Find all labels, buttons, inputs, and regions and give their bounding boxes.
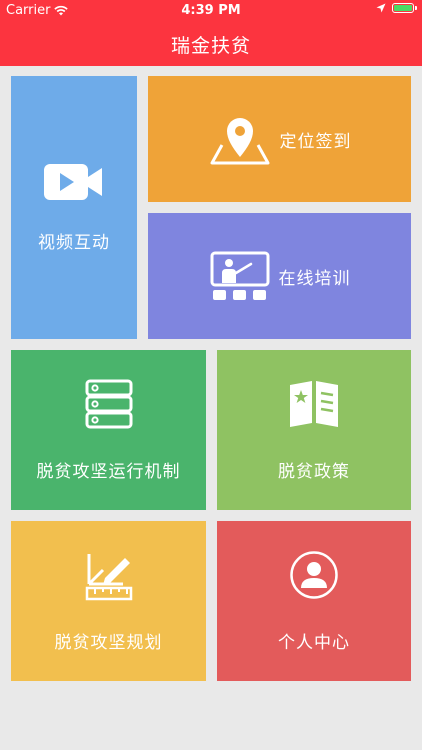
status-right	[376, 3, 417, 13]
tile-poverty-plan[interactable]: 脱贫攻坚规划	[11, 521, 206, 681]
tile-personal-center[interactable]: 个人中心	[217, 521, 411, 681]
classroom-icon	[210, 251, 269, 300]
tile-plan-label: 脱贫攻坚规划	[54, 632, 163, 653]
battery-icon	[392, 3, 417, 13]
open-book-icon	[290, 380, 338, 427]
page-title: 瑞金扶贫	[170, 34, 251, 57]
server-stack-icon	[85, 379, 132, 428]
tile-profile-label: 个人中心	[278, 632, 350, 653]
tile-poverty-mechanism[interactable]: 脱贫攻坚运行机制	[11, 350, 206, 510]
status-bar: Carrier 4:39 PM	[0, 0, 422, 22]
tile-video-interaction[interactable]: 视频互动	[11, 76, 137, 339]
video-camera-icon	[44, 164, 102, 200]
tile-location-label: 定位签到	[279, 131, 352, 152]
user-circle-icon	[290, 550, 338, 599]
map-pin-icon	[210, 118, 269, 165]
tile-online-training[interactable]: 在线培训	[148, 213, 411, 339]
tile-training-label: 在线培训	[278, 268, 351, 289]
tile-location-checkin[interactable]: 定位签到	[148, 76, 411, 202]
tile-policy-label: 脱贫政策	[278, 461, 350, 482]
tile-video-label: 视频互动	[38, 233, 110, 253]
ruler-pencil-icon	[85, 553, 132, 600]
tile-mechanism-label: 脱贫攻坚运行机制	[36, 461, 181, 482]
clock: 4:39 PM	[181, 3, 241, 18]
location-arrow-icon	[376, 3, 386, 13]
nav-bar: 瑞金扶贫	[0, 22, 422, 66]
tile-poverty-policy[interactable]: 脱贫政策	[217, 350, 411, 510]
